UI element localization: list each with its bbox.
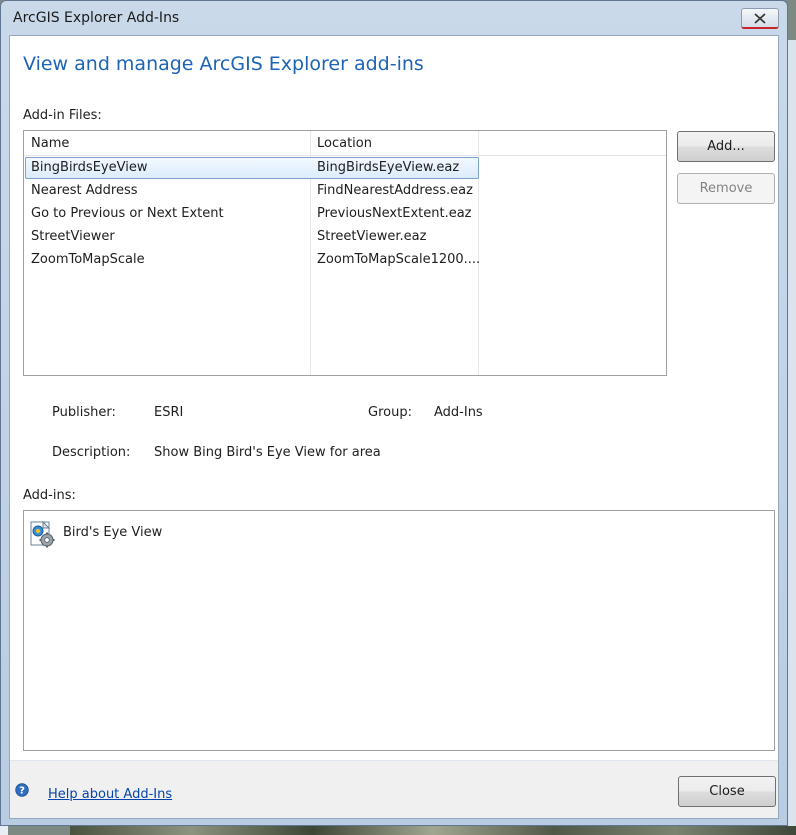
description-value: Show Bing Bird's Eye View for area	[154, 445, 381, 460]
page-title: View and manage ArcGIS Explorer add-ins	[23, 53, 424, 75]
list-row[interactable]: ZoomToMapScale ZoomToMapScale1200....	[25, 249, 481, 271]
close-icon	[754, 12, 766, 24]
list-header: Name Location	[24, 131, 666, 156]
dialog-body: View and manage ArcGIS Explorer add-ins …	[9, 35, 779, 819]
description-label: Description:	[52, 445, 131, 460]
addins-label: Add-ins:	[23, 488, 76, 503]
help-link[interactable]: Help about Add-Ins	[48, 787, 172, 802]
addins-list[interactable]: Bird's Eye View	[23, 510, 775, 751]
remove-button[interactable]: Remove	[677, 173, 775, 204]
svg-text:?: ?	[19, 786, 25, 797]
addin-files-label: Add-in Files:	[23, 108, 102, 123]
row-location: PreviousNextExtent.eaz	[317, 206, 472, 221]
row-name: StreetViewer	[31, 229, 115, 244]
list-row[interactable]: Go to Previous or Next Extent PreviousNe…	[25, 203, 479, 225]
row-name: BingBirdsEyeView	[31, 160, 148, 175]
column-header-location[interactable]: Location	[310, 131, 478, 155]
background-map-strip	[70, 826, 796, 835]
group-value: Add-Ins	[434, 405, 483, 420]
group-label: Group:	[368, 405, 412, 420]
addin-files-list[interactable]: Name Location BingBirdsEyeView BingBirds…	[23, 130, 667, 376]
help-icon[interactable]: ?	[15, 783, 29, 797]
row-location: FindNearestAddress.eaz	[317, 183, 473, 198]
add-button[interactable]: Add...	[677, 131, 775, 162]
row-location: StreetViewer.eaz	[317, 229, 427, 244]
addin-gear-icon	[30, 520, 55, 548]
row-location: BingBirdsEyeView.eaz	[317, 160, 460, 175]
column-header-name[interactable]: Name	[24, 131, 310, 155]
publisher-value: ESRI	[154, 405, 184, 420]
publisher-label: Publisher:	[52, 405, 116, 420]
list-row-selected[interactable]: BingBirdsEyeView BingBirdsEyeView.eaz	[25, 157, 479, 179]
row-name: Go to Previous or Next Extent	[31, 206, 224, 221]
addin-name: Bird's Eye View	[63, 525, 163, 540]
close-button[interactable]: Close	[678, 776, 776, 807]
row-name: Nearest Address	[31, 183, 138, 198]
list-row[interactable]: Nearest Address FindNearestAddress.eaz	[25, 180, 479, 202]
list-row[interactable]: StreetViewer StreetViewer.eaz	[25, 226, 479, 248]
title-bar[interactable]: ArcGIS Explorer Add-Ins	[1, 1, 787, 35]
row-location: ZoomToMapScale1200....	[317, 252, 481, 267]
dialog-footer: ? Help about Add-Ins Close	[10, 761, 778, 818]
window-title: ArcGIS Explorer Add-Ins	[13, 10, 180, 26]
row-name: ZoomToMapScale	[31, 252, 145, 267]
addins-dialog: ArcGIS Explorer Add-Ins View and manage …	[0, 0, 788, 826]
window-close-button[interactable]	[741, 8, 779, 29]
